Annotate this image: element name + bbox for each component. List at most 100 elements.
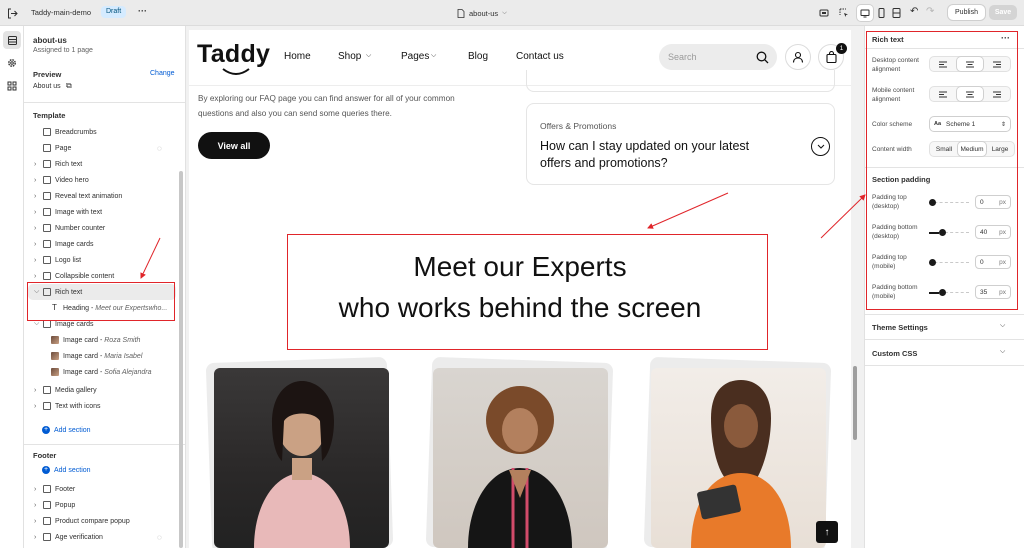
publish-button[interactable]: Publish — [948, 5, 985, 20]
sidebar-item-product-compare-popup[interactable]: › Product compare popup — [24, 513, 182, 529]
account-button[interactable] — [785, 44, 811, 70]
sidebar-item-video-hero[interactable]: › Video hero — [24, 172, 182, 188]
fullscreen-icon[interactable] — [890, 7, 902, 19]
cursor-select-icon[interactable] — [838, 7, 850, 19]
undo-icon[interactable]: ↶ — [910, 6, 918, 17]
chevron-right-icon[interactable]: › — [34, 241, 36, 248]
nav-home[interactable]: Home — [284, 51, 311, 62]
nav-shop[interactable]: Shop — [338, 51, 361, 62]
save-button[interactable]: Save — [989, 5, 1017, 20]
preview-value[interactable]: About us — [33, 83, 61, 90]
sidebar-item-image-card-maria[interactable]: Image card - Maria Isabel — [24, 348, 182, 364]
sidebar-item-image-card-sofia[interactable]: Image card - Sofia Alejandra — [24, 364, 182, 380]
sidebar-item-text-with-icons[interactable]: › Text with icons — [24, 398, 182, 414]
sidebar-item-image-cards[interactable]: › Image cards — [24, 236, 182, 252]
desktop-view-icon[interactable] — [857, 5, 873, 21]
chevron-right-icon[interactable]: › — [34, 209, 36, 216]
image-thumb-icon — [51, 352, 59, 360]
chevron-right-icon[interactable]: › — [34, 161, 36, 168]
sidebar-item-image-card-roza[interactable]: Image card - Roza Smith — [24, 332, 182, 348]
settings-rail-button[interactable] — [3, 54, 21, 72]
sidebar-item-page[interactable]: Page ◌ — [24, 140, 182, 156]
sidebar-item-image-with-text[interactable]: › Image with text — [24, 204, 182, 220]
sidebar-item-popup[interactable]: › Popup — [24, 497, 182, 513]
footer-add-section-button[interactable]: + Add section — [42, 466, 91, 474]
item-label: Collapsible content — [55, 272, 115, 280]
custom-css-heading[interactable]: Custom CSS — [872, 349, 917, 358]
sidebar-item-label: Image card - Sofia Alejandra — [63, 369, 151, 376]
cart-button[interactable]: 1 — [818, 43, 847, 70]
sections-rail-button[interactable] — [3, 31, 21, 49]
footer-heading: Footer — [33, 451, 57, 460]
sidebar-item-breadcrumbs[interactable]: Breadcrumbs — [24, 124, 182, 140]
page-selector[interactable]: about-us ⌵ — [456, 6, 507, 20]
add-section-button[interactable]: + Add section — [42, 426, 91, 434]
logo[interactable]: Taddy — [197, 40, 270, 69]
external-link-icon[interactable]: ⧉ — [66, 81, 72, 91]
section-icon — [43, 501, 51, 509]
item-label: Number counter — [55, 224, 106, 232]
sidebar-item-label: Image cards — [55, 321, 94, 328]
chevron-right-icon[interactable]: › — [34, 518, 36, 525]
chevron-right-icon[interactable]: › — [34, 225, 36, 232]
chevron-right-icon[interactable]: › — [34, 193, 36, 200]
preview-label: Preview — [33, 70, 62, 79]
inspector-icon[interactable] — [818, 7, 830, 19]
sidebar-item-label: Image with text — [55, 209, 102, 216]
expert-card[interactable]: FASHION DESIGNER — [433, 368, 608, 548]
section-icon — [43, 256, 51, 264]
sidebar-item-rich-text[interactable]: › Rich text — [24, 156, 182, 172]
chevron-right-icon[interactable]: › — [34, 502, 36, 509]
sidebar-item-label: Reveal text animation — [55, 193, 122, 200]
search-input[interactable]: Search — [659, 44, 777, 70]
view-all-button[interactable]: View all — [198, 132, 270, 159]
expert-card[interactable]: FOUNDER & CEO — [214, 368, 389, 548]
chevron-right-icon[interactable]: › — [34, 387, 36, 394]
exit-icon[interactable] — [6, 7, 18, 19]
chevron-right-icon[interactable]: › — [34, 403, 36, 410]
nav-pages[interactable]: Pages — [401, 51, 429, 62]
preview-scrollbar[interactable] — [853, 366, 857, 440]
item-label: Media gallery — [55, 386, 97, 394]
sidebar-item-reveal-text-animation[interactable]: › Reveal text animation — [24, 188, 182, 204]
item-sublabel: Maria Isabel — [104, 352, 143, 360]
chevron-right-icon[interactable]: › — [34, 534, 36, 541]
sidebar-item-media-gallery[interactable]: › Media gallery — [24, 382, 182, 398]
chevron-right-icon[interactable]: › — [34, 177, 36, 184]
more-options-button[interactable]: ··· — [138, 6, 147, 16]
mobile-view-icon[interactable] — [875, 7, 887, 19]
item-label: Image card - — [63, 336, 105, 344]
sidebar-item-footer[interactable]: › Footer — [24, 481, 182, 497]
scroll-to-top-button[interactable]: ↑ — [816, 521, 838, 543]
eye-hidden-icon[interactable]: ◌ — [157, 144, 162, 153]
section-icon — [43, 176, 51, 184]
sidebar-item-label: Logo list — [55, 257, 81, 264]
sidebar-item-number-counter[interactable]: › Number counter — [24, 220, 182, 236]
redo-icon[interactable]: ↷ — [926, 6, 934, 17]
sidebar-item-age-verification[interactable]: › Age verification ◌ — [24, 529, 182, 545]
item-label: Rich text — [55, 160, 83, 168]
expert-card[interactable]: SUPPLY CHAIN MANAGER — [651, 368, 826, 548]
faq-card[interactable]: Offers & Promotions How can I stay updat… — [526, 103, 835, 185]
apps-rail-button[interactable] — [3, 77, 21, 95]
chevron-down-icon[interactable]: ⌵ — [34, 320, 39, 328]
eye-hidden-icon[interactable]: ◌ — [157, 533, 162, 542]
item-label: Page — [55, 144, 72, 152]
nav-contact[interactable]: Contact us — [516, 51, 564, 62]
panel-scrollbar[interactable] — [179, 171, 183, 548]
chevron-right-icon[interactable]: › — [34, 257, 36, 264]
expand-button[interactable] — [811, 137, 830, 156]
chevron-down-icon[interactable]: ⌵ — [1000, 348, 1005, 356]
chevron-right-icon[interactable]: › — [34, 273, 36, 280]
faq-card-label: Offers & Promotions — [540, 121, 617, 131]
chevron-right-icon[interactable]: › — [34, 486, 36, 493]
sidebar-item-logo-list[interactable]: › Logo list — [24, 252, 182, 268]
section-icon — [43, 485, 51, 493]
nav-blog[interactable]: Blog — [468, 51, 488, 62]
chevron-down-icon[interactable]: ⌵ — [1000, 322, 1005, 330]
section-icon — [43, 320, 51, 328]
theme-settings-heading[interactable]: Theme Settings — [872, 323, 928, 332]
change-link[interactable]: Change — [150, 70, 175, 77]
faq-card-top — [526, 70, 835, 92]
top-bar: Taddy-main-demo Draft ··· about-us ⌵ ↶ ↷… — [0, 0, 1024, 26]
